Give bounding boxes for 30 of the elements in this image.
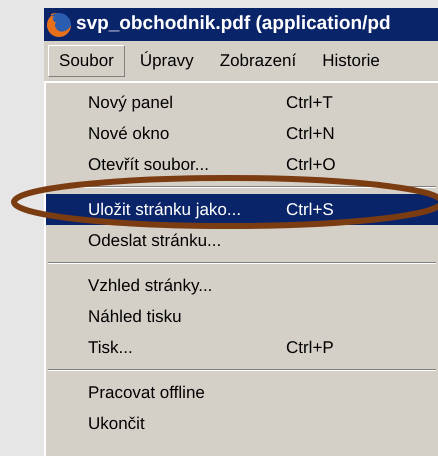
menu-item-label: Vzhled stránky... <box>88 274 214 297</box>
menu-item[interactable]: Pracovat offline <box>46 377 438 408</box>
shortcut-label: Ctrl+P <box>286 336 334 359</box>
shortcut-label: Ctrl+S <box>286 198 334 221</box>
menu-item[interactable]: Nové okno Ctrl+N <box>46 118 438 149</box>
menu-item[interactable]: Otevřít soubor... Ctrl+O <box>46 149 438 180</box>
window-title: svp_obchodnik.pdf (application/pd <box>76 12 391 36</box>
shortcut-label: Ctrl+O <box>286 154 336 176</box>
menu-item-label: Nový panel <box>88 92 174 114</box>
menu-item-label: Nové okno <box>88 122 170 145</box>
menu-item-label: Uložit stránku jako... <box>88 198 242 221</box>
menu-item[interactable]: Tisk... Ctrl+P <box>46 332 438 363</box>
menu-item[interactable]: Odeslat stránku... <box>46 225 438 256</box>
menu-bar-item[interactable]: Soubor <box>48 45 125 77</box>
menu-bar-item[interactable]: Historie <box>311 45 391 77</box>
menu-bar-item[interactable]: Zobrazení <box>208 45 308 77</box>
menu-bar-item[interactable]: Úpravy <box>128 45 205 77</box>
menu-item-label: Tisk... <box>88 336 134 359</box>
menu-item-label: Náhled tisku <box>88 306 183 328</box>
browser-logo-icon <box>46 12 72 38</box>
menu-item[interactable]: Ukončit <box>46 408 438 439</box>
menu-item[interactable]: Vzhled stránky... <box>46 270 438 301</box>
menu-item-label: Pracovat offline <box>88 382 206 404</box>
menu-item[interactable]: Nový panel Ctrl+T <box>46 87 438 118</box>
shortcut-label: Ctrl+N <box>286 122 335 145</box>
menu-item-label: Otevřít soubor... <box>88 154 210 176</box>
shortcut-label: Ctrl+T <box>286 92 333 114</box>
menu-item-label: Ukončit <box>88 412 146 435</box>
menu-item-label: Odeslat stránku... <box>88 230 222 252</box>
menu-item[interactable]: Náhled tisku <box>46 301 438 332</box>
